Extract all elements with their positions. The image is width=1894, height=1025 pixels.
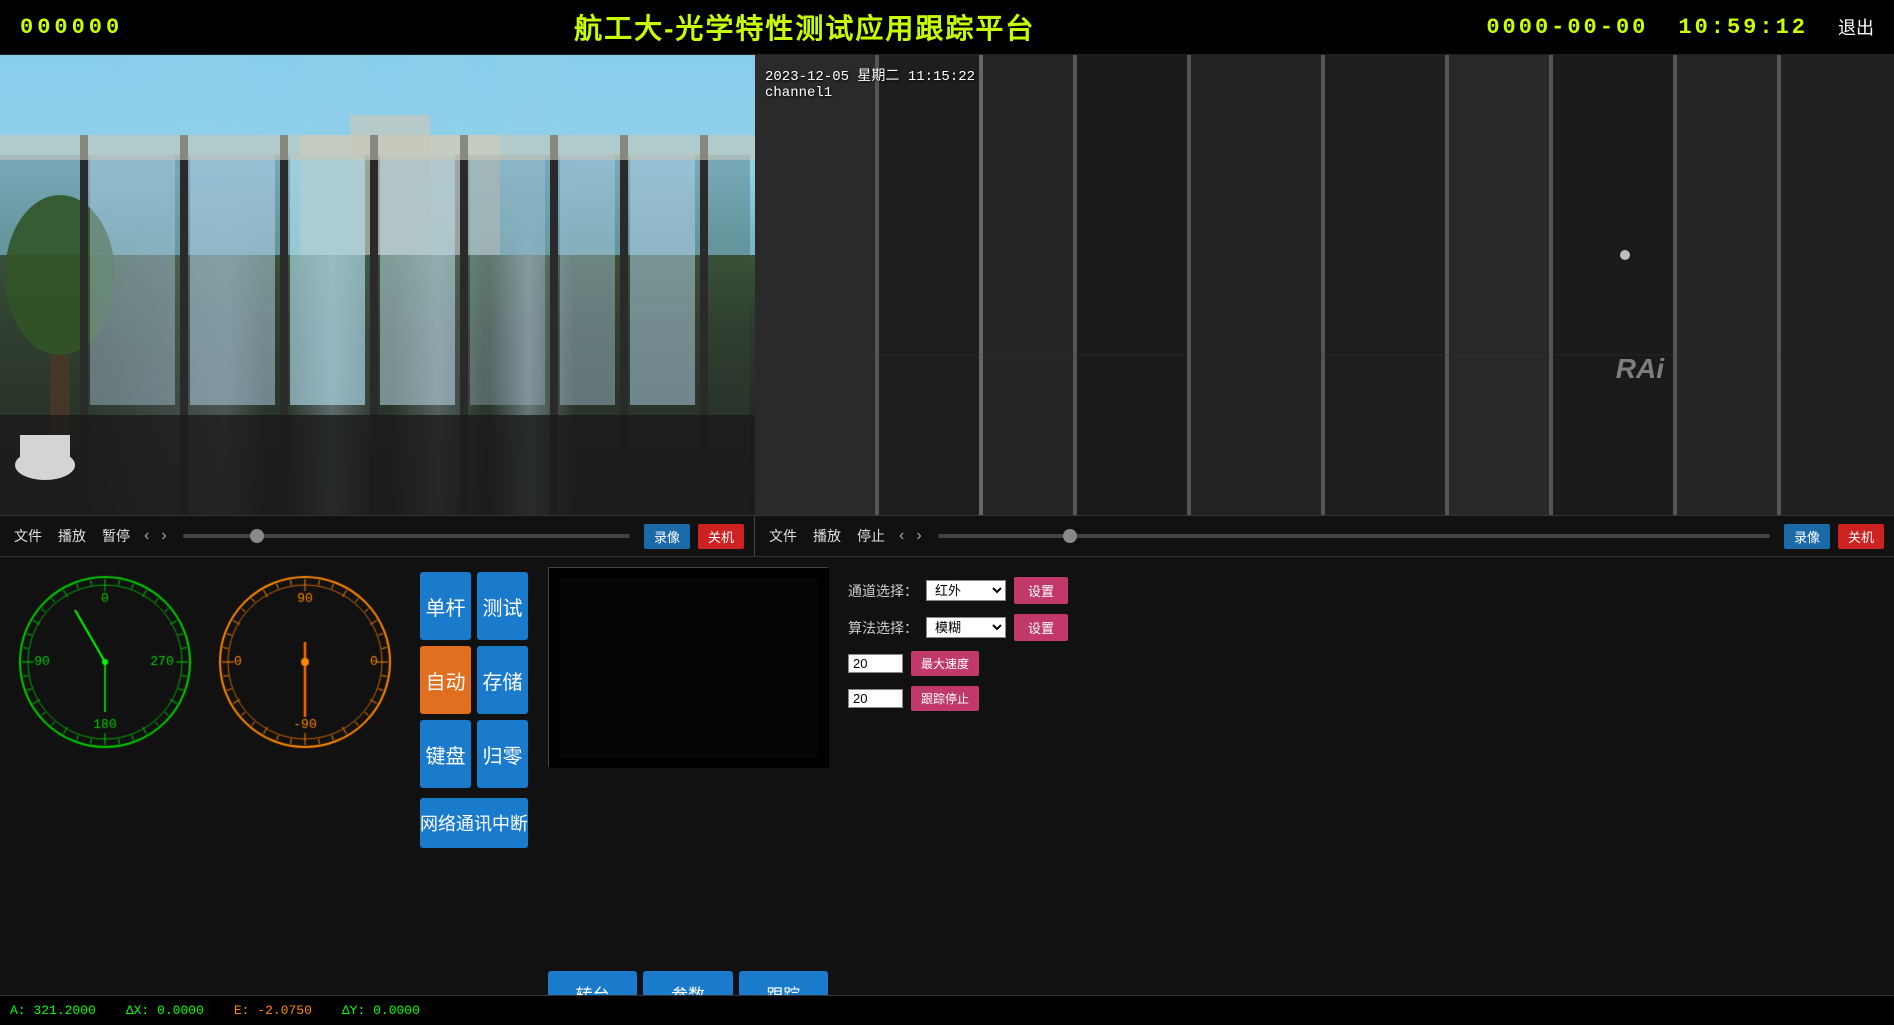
control-buttons-section: 单杆 测试 自动 存储 键盘 归零 网络通讯中断 bbox=[420, 572, 528, 1015]
channel-set-button[interactable]: 设置 bbox=[1014, 577, 1068, 604]
scene-right-bg: 2023-12-05 星期二 11:15:22 channel1 bbox=[755, 55, 1894, 515]
left-pause-button[interactable]: 暂停 bbox=[98, 524, 134, 548]
algo-label: 算法选择： bbox=[848, 618, 918, 638]
bottom-panel: 单杆 测试 自动 存储 键盘 归零 网络通讯中断 转台 参数 bbox=[0, 557, 1894, 1025]
scene-left-svg bbox=[0, 55, 755, 515]
left-progress-slider[interactable] bbox=[183, 534, 630, 538]
gauges-section bbox=[10, 567, 400, 1015]
algo-select[interactable]: 模糊 bbox=[926, 617, 1006, 638]
status-e-value: -2.0750 bbox=[257, 1003, 312, 1018]
algo-set-button[interactable]: 设置 bbox=[1014, 614, 1068, 641]
header: 000000 航工大-光学特性测试应用跟踪平台 0000-00-00 10:59… bbox=[0, 0, 1894, 55]
ctrl-row-1: 单杆 测试 bbox=[420, 572, 528, 640]
video-area: 2023-12-05 星期二 11:15:22 channel1 RAi bbox=[0, 55, 1894, 515]
right-file-button[interactable]: 文件 bbox=[765, 524, 801, 548]
speed-row-1: 最大速度 bbox=[848, 651, 1884, 676]
status-ax-label: ΔX: 0.0000 bbox=[126, 1003, 204, 1018]
ctrl-row-2: 自动 存储 bbox=[420, 646, 528, 714]
led-left: 000000 bbox=[20, 15, 123, 40]
keyboard-button[interactable]: 键盘 bbox=[420, 720, 471, 788]
tracking-controls: 通道选择： 红外 设置 算法选择： 模糊 设置 最大速度 bbox=[838, 567, 1884, 1015]
status-ay-label: ΔY: 0.0000 bbox=[342, 1003, 420, 1018]
header-time: 10:59:12 bbox=[1678, 15, 1808, 40]
track-stop-button[interactable]: 跟踪停止 bbox=[911, 686, 979, 711]
header-title: 航工大-光学特性测试应用跟踪平台 bbox=[123, 7, 1486, 47]
left-play-button[interactable]: 播放 bbox=[54, 524, 90, 548]
channel-select[interactable]: 红外 bbox=[926, 580, 1006, 601]
auto-button[interactable]: 自动 bbox=[420, 646, 471, 714]
left-prev-button[interactable]: ‹ bbox=[142, 527, 151, 545]
tracking-video-preview bbox=[548, 567, 828, 767]
green-gauge-wrap bbox=[10, 567, 200, 757]
orange-gauge-canvas bbox=[210, 567, 400, 757]
speed-row-2: 跟踪停止 bbox=[848, 686, 1884, 711]
control-bar: 文件 播放 暂停 ‹ › 录像 关机 文件 播放 停止 ‹ › 录像 关机 bbox=[0, 515, 1894, 557]
left-slider-thumb bbox=[250, 529, 264, 543]
left-file-button[interactable]: 文件 bbox=[10, 524, 46, 548]
network-interrupt-button[interactable]: 网络通讯中断 bbox=[420, 798, 528, 848]
channel-label: 通道选择： bbox=[848, 581, 918, 601]
right-next-button[interactable]: › bbox=[914, 527, 923, 545]
video-right-channel: channel1 bbox=[765, 85, 975, 101]
header-date: 0000-00-00 bbox=[1486, 15, 1648, 40]
tracking-video-section: 转台 参数 跟踪 bbox=[548, 567, 828, 1015]
status-bar: A: 321.2000 ΔX: 0.0000 E: -2.0750 ΔY: 0.… bbox=[0, 995, 1894, 1025]
status-ax-value: 0.0000 bbox=[157, 1003, 204, 1018]
scene-right-svg bbox=[755, 55, 1894, 515]
status-ay-value: 0.0000 bbox=[373, 1003, 420, 1018]
green-gauge-canvas bbox=[10, 567, 200, 757]
tracking-video-svg bbox=[549, 568, 829, 768]
ctrl-section-right: 文件 播放 停止 ‹ › 录像 关机 bbox=[755, 516, 1894, 556]
right-stop-button[interactable]: 停止 bbox=[853, 524, 889, 548]
single-pole-button[interactable]: 单杆 bbox=[420, 572, 471, 640]
orange-gauge-wrap bbox=[210, 567, 400, 757]
status-e-label: E: -2.0750 bbox=[234, 1003, 312, 1018]
left-record-button[interactable]: 录像 bbox=[644, 524, 690, 549]
status-a-value: 321.2000 bbox=[33, 1003, 95, 1018]
right-progress-slider[interactable] bbox=[938, 534, 1770, 538]
status-a-label: A: 321.2000 bbox=[10, 1003, 96, 1018]
ctrl-section-left: 文件 播放 暂停 ‹ › 录像 关机 bbox=[0, 516, 755, 556]
video-left bbox=[0, 55, 755, 515]
video-right-overlay: 2023-12-05 星期二 11:15:22 channel1 bbox=[765, 65, 975, 101]
store-button[interactable]: 存储 bbox=[477, 646, 528, 714]
left-off-button[interactable]: 关机 bbox=[698, 524, 744, 549]
video-right-date: 2023-12-05 星期二 11:15:22 bbox=[765, 65, 975, 85]
scene-left-bg bbox=[0, 55, 755, 515]
header-left: 000000 bbox=[20, 15, 123, 40]
right-prev-button[interactable]: ‹ bbox=[897, 527, 906, 545]
right-play-button[interactable]: 播放 bbox=[809, 524, 845, 548]
rai-label: RAi bbox=[1616, 353, 1664, 385]
test-button[interactable]: 测试 bbox=[477, 572, 528, 640]
video-right: 2023-12-05 星期二 11:15:22 channel1 RAi bbox=[755, 55, 1894, 515]
right-off-button[interactable]: 关机 bbox=[1838, 524, 1884, 549]
header-right: 0000-00-00 10:59:12 退出 bbox=[1486, 14, 1874, 40]
right-slider-thumb bbox=[1063, 529, 1077, 543]
speed-input-2[interactable] bbox=[848, 689, 903, 708]
max-speed-button[interactable]: 最大速度 bbox=[911, 651, 979, 676]
algo-row: 算法选择： 模糊 设置 bbox=[848, 614, 1884, 641]
right-record-button[interactable]: 录像 bbox=[1784, 524, 1830, 549]
exit-button[interactable]: 退出 bbox=[1838, 14, 1874, 40]
zero-button[interactable]: 归零 bbox=[477, 720, 528, 788]
speed-input-1[interactable] bbox=[848, 654, 903, 673]
tracking-panel: 转台 参数 跟踪 通道选择： 红外 设置 算法选择： 模糊 设置 bbox=[548, 567, 1884, 1015]
channel-row: 通道选择： 红外 设置 bbox=[848, 577, 1884, 604]
ctrl-row-3: 键盘 归零 bbox=[420, 720, 528, 788]
left-next-button[interactable]: › bbox=[159, 527, 168, 545]
